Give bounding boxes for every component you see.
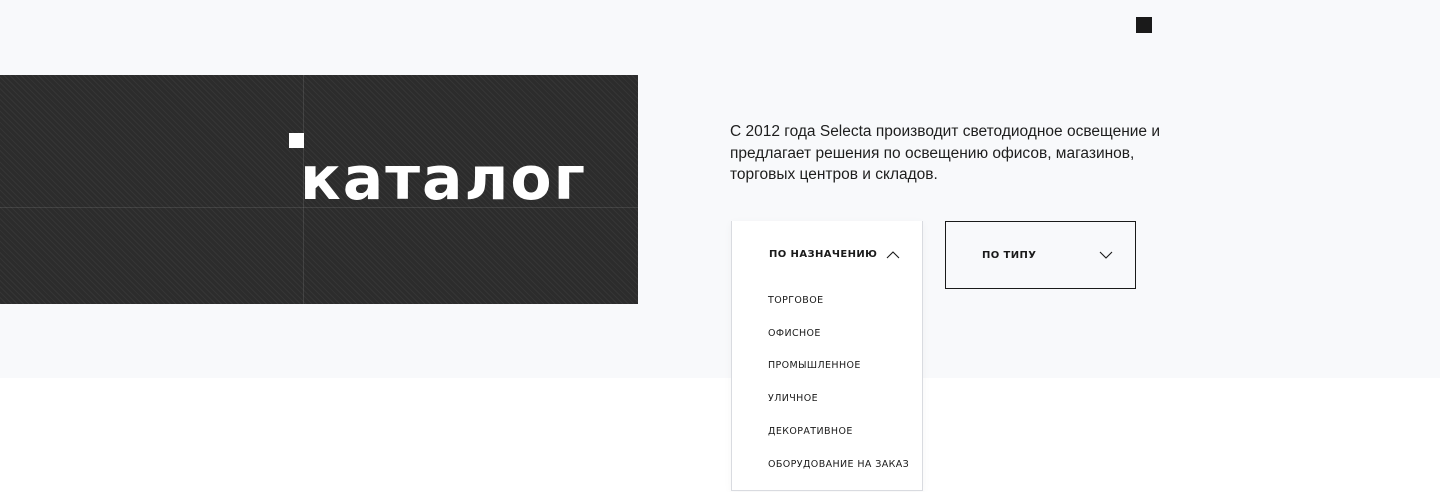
purpose-option-retail[interactable]: ТОРГОВОЕ — [768, 284, 909, 317]
purpose-options-list: ТОРГОВОЕ ОФИСНОЕ ПРОМЫШЛЕННОЕ УЛИЧНОЕ ДЕ… — [768, 284, 909, 481]
purpose-dropdown: ПО НАЗНАЧЕНИЮ ТОРГОВОЕ ОФИСНОЕ ПРОМЫШЛЕН… — [731, 221, 923, 491]
menu-square-icon[interactable] — [1136, 17, 1152, 33]
page-title: каталог — [300, 144, 587, 214]
chevron-down-icon — [1099, 251, 1113, 259]
catalog-banner: каталог — [0, 75, 638, 304]
purpose-option-custom[interactable]: ОБОРУДОВАНИЕ НА ЗАКАЗ — [768, 448, 909, 481]
chevron-up-icon — [886, 250, 900, 258]
purpose-option-street[interactable]: УЛИЧНОЕ — [768, 382, 909, 415]
purpose-option-decorative[interactable]: ДЕКОРАТИВНОЕ — [768, 415, 909, 448]
purpose-option-industrial[interactable]: ПРОМЫШЛЕННОЕ — [768, 350, 909, 383]
type-dropdown-label: ПО ТИПУ — [982, 249, 1037, 261]
purpose-dropdown-label: ПО НАЗНАЧЕНИЮ — [769, 249, 878, 260]
purpose-option-office[interactable]: ОФИСНОЕ — [768, 317, 909, 350]
intro-text: С 2012 года Selecta производит светодиод… — [730, 123, 1161, 183]
purpose-dropdown-toggle[interactable]: ПО НАЗНАЧЕНИЮ — [732, 221, 922, 288]
type-dropdown-toggle[interactable]: ПО ТИПУ — [945, 221, 1136, 289]
